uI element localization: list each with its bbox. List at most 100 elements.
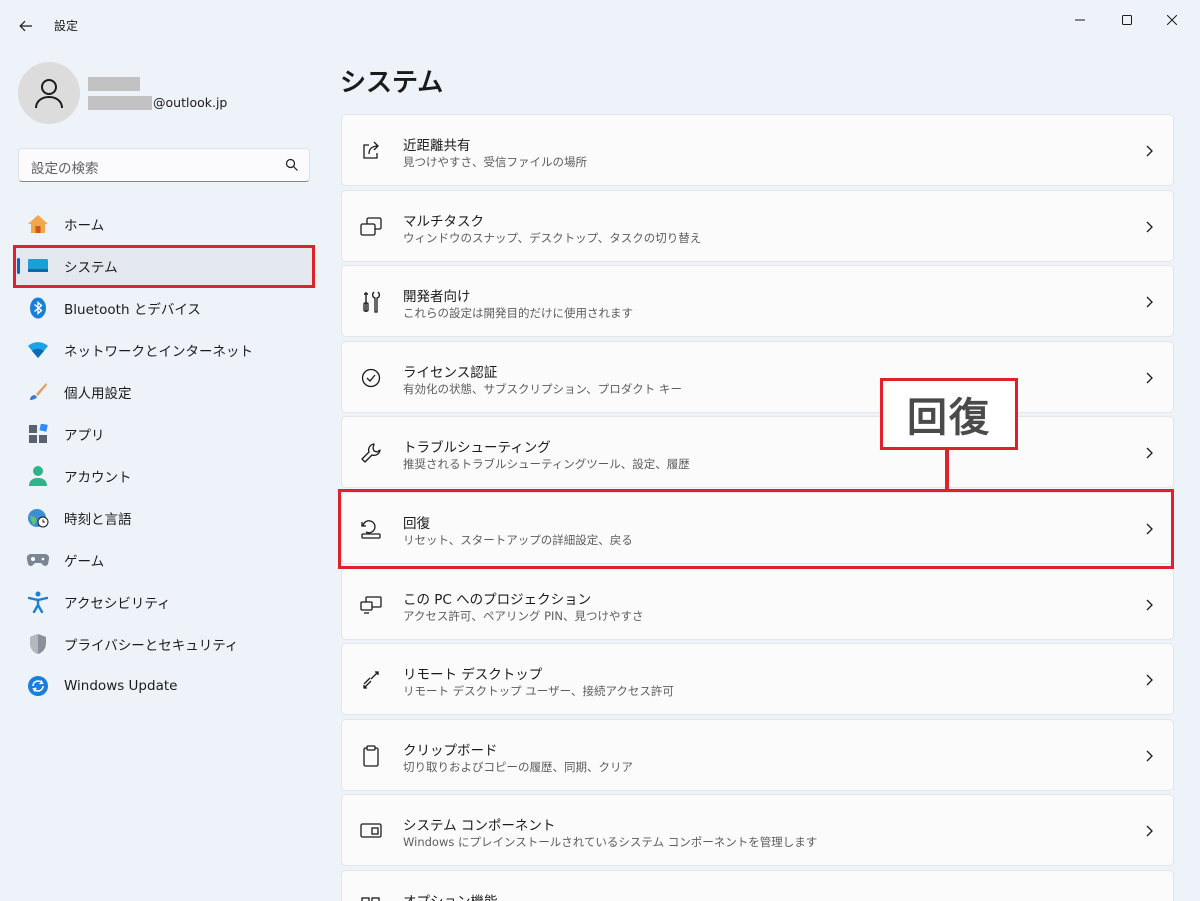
card-title: 開発者向け xyxy=(403,289,471,306)
developer-icon xyxy=(359,290,383,314)
card-subtitle: アクセス許可、ペアリング PIN、見つけやすさ xyxy=(403,608,644,623)
card-title: クリップボード xyxy=(403,742,498,759)
page-title: システム xyxy=(340,68,444,98)
card-title: システム コンポーネント xyxy=(403,818,556,835)
card-title: 回復 xyxy=(403,515,430,532)
system-icon xyxy=(26,254,50,278)
card-subtitle: リセット、スタートアップの詳細設定、戻る xyxy=(403,532,633,547)
back-button[interactable] xyxy=(12,12,40,40)
activation-icon xyxy=(359,366,383,390)
sidebar-nav: ホーム システム Bluetooth とデバイス ネットワークとインターネット … xyxy=(14,203,314,707)
chevron-right-icon xyxy=(1146,674,1153,686)
sidebar-item-accessibility[interactable]: アクセシビリティ xyxy=(14,581,314,623)
user-email-redacted xyxy=(88,96,152,110)
card-troubleshoot[interactable]: トラブルシューティング 推奨されるトラブルシューティングツール、設定、履歴 xyxy=(341,416,1174,489)
card-multitasking[interactable]: マルチタスク ウィンドウのスナップ、デスクトップ、タスクの切り替え xyxy=(341,189,1174,262)
chevron-right-icon xyxy=(1146,523,1153,535)
card-system-components[interactable]: システム コンポーネント Windows にプレインストールされているシステム … xyxy=(341,794,1174,867)
wrench-icon xyxy=(359,441,383,465)
card-clipboard[interactable]: クリップボード 切り取りおよびコピーの履歴、同期、クリア xyxy=(341,718,1174,791)
components-icon xyxy=(359,819,383,843)
active-indicator xyxy=(17,258,20,274)
maximize-button[interactable] xyxy=(1107,6,1147,34)
person-icon xyxy=(35,79,63,109)
callout-box: 回復 xyxy=(880,378,1018,450)
sidebar-item-personalization[interactable]: 個人用設定 xyxy=(14,371,314,413)
window-title: 設定 xyxy=(54,19,79,33)
user-email: @outlook.jp xyxy=(153,95,228,110)
avatar[interactable] xyxy=(18,62,80,124)
shield-icon xyxy=(26,632,50,656)
card-title: この PC へのプロジェクション xyxy=(403,591,592,608)
chevron-right-icon xyxy=(1146,372,1153,384)
bluetooth-icon xyxy=(26,296,50,320)
sidebar-item-bluetooth[interactable]: Bluetooth とデバイス xyxy=(14,287,314,329)
sidebar-item-privacy[interactable]: プライバシーとセキュリティ xyxy=(14,623,314,665)
close-button[interactable] xyxy=(1152,6,1192,34)
chevron-right-icon xyxy=(1146,447,1153,459)
sidebar-item-windows-update[interactable]: Windows Update xyxy=(14,665,314,707)
search-placeholder: 設定の検索 xyxy=(31,161,99,177)
chevron-right-icon xyxy=(1146,296,1153,308)
card-title: トラブルシューティング xyxy=(403,440,551,457)
back-arrow-icon xyxy=(19,20,32,32)
card-activation[interactable]: ライセンス認証 有効化の状態、サブスクリプション、プロダクト キー xyxy=(341,340,1174,413)
sidebar-item-gaming[interactable]: ゲーム xyxy=(14,539,314,581)
time-language-icon xyxy=(26,506,50,530)
card-title: オプション機能 xyxy=(403,890,498,901)
card-subtitle: 見つけやすさ、受信ファイルの場所 xyxy=(403,155,587,169)
chevron-right-icon xyxy=(1146,145,1153,157)
sidebar-item-system[interactable]: システム xyxy=(14,245,314,287)
card-title: ライセンス認証 xyxy=(403,364,498,381)
projection-icon xyxy=(359,593,383,617)
network-icon xyxy=(26,338,50,362)
card-remote-desktop[interactable]: リモート デスクトップ リモート デスクトップ ユーザー、接続アクセス許可 xyxy=(341,643,1174,716)
card-subtitle: 推奨されるトラブルシューティングツール、設定、履歴 xyxy=(403,457,690,472)
card-optional-features[interactable]: オプション機能 xyxy=(341,869,1174,901)
card-title: リモート デスクトップ xyxy=(403,667,543,684)
chevron-right-icon xyxy=(1146,825,1153,837)
card-subtitle: 切り取りおよびコピーの履歴、同期、クリア xyxy=(403,759,633,774)
account-icon xyxy=(26,464,50,488)
accessibility-icon xyxy=(26,590,50,614)
clipboard-icon xyxy=(359,744,383,768)
title-bar: 設定 xyxy=(0,0,1200,48)
maximize-icon xyxy=(1122,15,1132,25)
card-subtitle: Windows にプレインストールされているシステム コンポーネントを管理します xyxy=(403,835,818,850)
sidebar-item-apps[interactable]: アプリ xyxy=(14,413,314,455)
search-icon[interactable] xyxy=(285,158,299,172)
multitask-icon xyxy=(359,215,383,239)
recovery-icon xyxy=(359,517,383,541)
card-subtitle: ウィンドウのスナップ、デスクトップ、タスクの切り替え xyxy=(403,230,702,245)
card-title: マルチタスク xyxy=(403,213,484,230)
sidebar-item-home[interactable]: ホーム xyxy=(14,203,314,245)
callout-connector xyxy=(945,450,949,490)
card-for-developers[interactable]: 開発者向け これらの設定は開発目的だけに使用されます xyxy=(341,265,1174,338)
minimize-icon xyxy=(1075,19,1085,21)
card-projecting-to-pc[interactable]: この PC へのプロジェクション アクセス許可、ペアリング PIN、見つけやすさ xyxy=(341,567,1174,640)
sidebar-item-accounts[interactable]: アカウント xyxy=(14,455,314,497)
card-recovery[interactable]: 回復 リセット、スタートアップの詳細設定、戻る xyxy=(341,491,1174,564)
card-title: 近距離共有 xyxy=(403,138,471,154)
chevron-right-icon xyxy=(1146,599,1153,611)
settings-card-list: 近距離共有 見つけやすさ、受信ファイルの場所 マルチタスク ウィンドウのスナップ… xyxy=(341,114,1174,901)
apps-icon xyxy=(26,422,50,446)
home-icon xyxy=(26,212,50,236)
user-name-redacted xyxy=(88,77,140,91)
brush-icon xyxy=(26,380,50,404)
card-subtitle: リモート デスクトップ ユーザー、接続アクセス許可 xyxy=(403,684,674,699)
sidebar-item-network[interactable]: ネットワークとインターネット xyxy=(14,329,314,371)
chevron-right-icon xyxy=(1146,750,1153,762)
close-icon xyxy=(1167,15,1177,25)
search-input[interactable]: 設定の検索 xyxy=(18,148,310,182)
card-nearby-sharing[interactable]: 近距離共有 見つけやすさ、受信ファイルの場所 xyxy=(341,114,1174,186)
sidebar-item-time-language[interactable]: 時刻と言語 xyxy=(14,497,314,539)
update-icon xyxy=(26,674,50,698)
card-subtitle: 有効化の状態、サブスクリプション、プロダクト キー xyxy=(403,381,682,396)
chevron-right-icon xyxy=(1146,221,1153,233)
gamepad-icon xyxy=(26,548,50,572)
callout-label: 回復 xyxy=(907,395,991,441)
card-subtitle: これらの設定は開発目的だけに使用されます xyxy=(403,306,633,321)
remote-desktop-icon xyxy=(359,668,383,692)
minimize-button[interactable] xyxy=(1060,6,1100,34)
